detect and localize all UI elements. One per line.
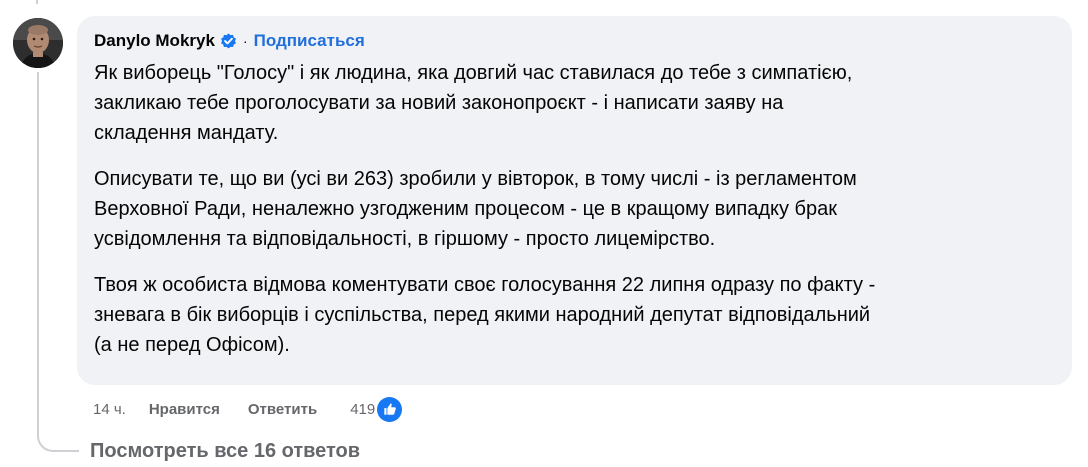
thumbs-up-glyph [384, 403, 396, 415]
thread-line [37, 72, 39, 430]
thumbs-up-icon[interactable] [377, 396, 403, 422]
avatar[interactable] [13, 18, 63, 68]
view-all-replies-link[interactable]: Посмотреть все 16 ответов [90, 438, 360, 464]
comment-header: Danylo Mokryk · Подписаться [94, 30, 1054, 52]
reaction-count[interactable]: 419 [350, 401, 375, 418]
header-separator: · [242, 33, 248, 49]
subscribe-button[interactable]: Подписаться [254, 30, 365, 52]
comment-paragraph-1: Як виборець "Голосу" і як людина, яка до… [94, 62, 853, 144]
thread-line-top [36, 0, 38, 4]
comment-timestamp[interactable]: 14 ч. [93, 401, 126, 418]
reply-button[interactable]: Ответить [248, 401, 317, 418]
previous-comment-fragment [36, 0, 496, 4]
like-button[interactable]: Нравится [149, 401, 220, 418]
comment-bubble: Danylo Mokryk · Подписаться Як виборець … [77, 16, 1072, 385]
verified-badge-icon [221, 33, 236, 48]
comment-actions: 14 ч. Нравится Ответить 419 [93, 396, 403, 422]
avatar-image [13, 18, 63, 68]
comment-paragraph-3: Твоя ж особиста відмова коментувати своє… [94, 274, 876, 356]
author-name[interactable]: Danylo Mokryk [94, 30, 215, 52]
comment-paragraph-2: Описувати те, що ви (усі ви 263) зробили… [94, 168, 857, 250]
thread-elbow-connector [37, 418, 79, 452]
